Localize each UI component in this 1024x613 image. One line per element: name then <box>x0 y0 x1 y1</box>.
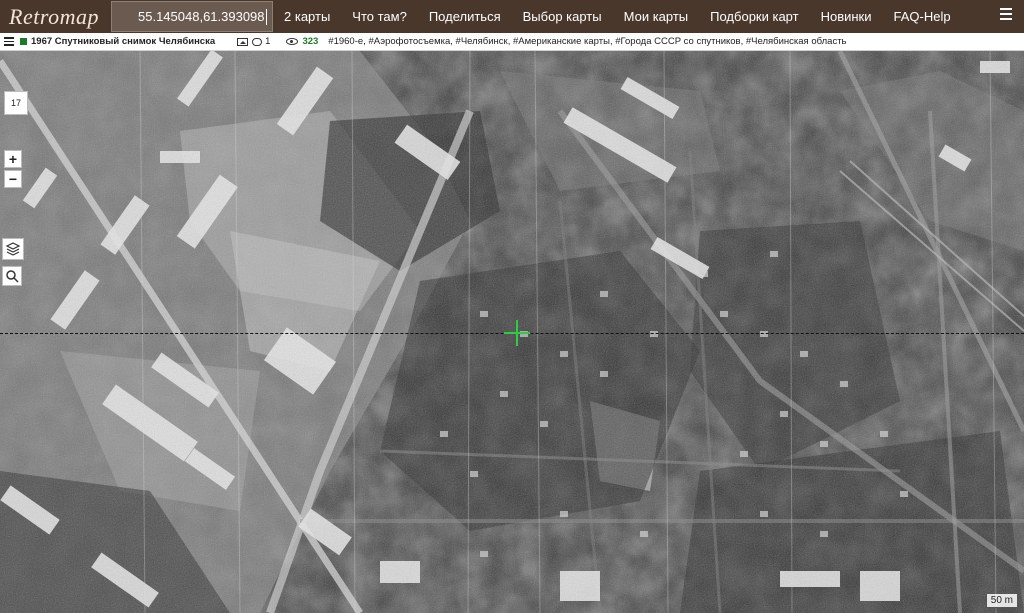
crosshair-icon <box>504 320 530 346</box>
nav-what-there[interactable]: Что там? <box>341 0 418 33</box>
layers-button[interactable] <box>2 238 24 260</box>
nav-new[interactable]: Новинки <box>810 0 883 33</box>
nav-collections[interactable]: Подборки карт <box>699 0 809 33</box>
image-icon[interactable] <box>237 37 249 46</box>
scale-bar: 50 m <box>985 594 1018 608</box>
search-button[interactable] <box>2 266 22 286</box>
zoom-out-button[interactable]: − <box>4 170 22 188</box>
list-menu-icon[interactable] <box>4 37 14 46</box>
logo[interactable]: Retromap <box>0 0 108 33</box>
coordinates-input[interactable]: 55.145048,61.393098 <box>111 1 273 32</box>
zoom-in-button[interactable]: + <box>4 150 22 168</box>
search-icon <box>6 270 19 283</box>
nav-faq-help[interactable]: FAQ-Help <box>883 0 962 33</box>
hamburger-icon[interactable] <box>1000 8 1012 22</box>
eye-icon <box>286 38 299 45</box>
nav-map-select[interactable]: Выбор карты <box>512 0 613 33</box>
nav-my-maps[interactable]: Мои карты <box>613 0 700 33</box>
satellite-map[interactable]: 17 + − 50 m <box>0 51 1024 613</box>
coordinates-value: 55.145048,61.393098 <box>138 9 265 24</box>
main-nav: 2 карты Что там? Поделиться Выбор карты … <box>273 0 962 33</box>
nav-two-maps[interactable]: 2 карты <box>273 0 341 33</box>
layers-icon <box>5 242 21 256</box>
map-color-marker <box>20 38 27 45</box>
comment-icon[interactable] <box>252 37 263 46</box>
nav-share[interactable]: Поделиться <box>418 0 512 33</box>
map-info-bar: 1967 Спутниковый снимок Челябинска 1 323… <box>0 33 1024 51</box>
views-count: 323 <box>302 36 319 47</box>
map-title[interactable]: 1967 Спутниковый снимок Челябинска <box>31 36 215 47</box>
tags-list[interactable]: #1960-е, #Аэрофотосъемка, #Челябинск, #А… <box>328 36 846 47</box>
zoom-level-indicator: 17 <box>4 91 28 115</box>
comments-count: 1 <box>265 36 271 47</box>
top-navbar: Retromap 55.145048,61.393098 2 карты Что… <box>0 0 1024 33</box>
text-caret <box>265 8 267 25</box>
